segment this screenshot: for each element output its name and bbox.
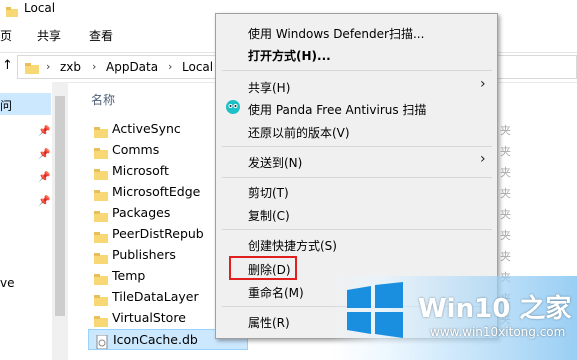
tab-view[interactable]: 查看 (89, 27, 113, 44)
truncated-column-text: 夹 (500, 124, 511, 137)
nav-item-label: ve (0, 276, 15, 290)
chevron-right-icon[interactable]: › (168, 60, 172, 73)
file-name: PeerDistRepub (112, 226, 204, 241)
menu-separator (222, 70, 492, 71)
tab-share[interactable]: 共享 (37, 27, 61, 44)
file-icon (95, 334, 109, 350)
folder-icon (94, 144, 108, 159)
menu-item-copy[interactable]: 复制(C) (248, 207, 290, 224)
truncated-column-text: 夹 (500, 250, 511, 263)
menu-item-open-with[interactable]: 打开方式(H)... (248, 47, 331, 64)
breadcrumb-zxb[interactable]: zxb (60, 60, 81, 74)
column-header-name[interactable]: 名称 (91, 91, 115, 108)
file-name: MicrosoftEdge (112, 184, 201, 199)
file-name: Microsoft (112, 163, 169, 178)
chevron-right-icon: › (480, 76, 486, 92)
menu-separator (222, 229, 492, 230)
pin-icon[interactable]: 📌 (38, 172, 50, 183)
truncated-column-text: 夹 (500, 166, 511, 179)
pin-icon[interactable]: 📌 (38, 196, 50, 207)
folder-title-icon (6, 3, 18, 17)
menu-separator (222, 177, 492, 178)
panda-icon (224, 99, 242, 115)
chevron-right-icon[interactable]: › (46, 60, 50, 73)
watermark-url: www.win10xitong.com (430, 325, 566, 339)
menu-item-create-shortcut[interactable]: 创建快捷方式(S) (248, 237, 337, 254)
menu-item-restore-versions[interactable]: 还原以前的版本(V) (248, 124, 350, 141)
folder-address-icon (25, 60, 39, 74)
folder-icon (94, 165, 108, 180)
nav-item-label: 问 (0, 99, 13, 113)
file-name: ActiveSync (112, 121, 181, 136)
folder-icon (94, 207, 108, 222)
pin-icon[interactable]: 📌 (38, 126, 50, 137)
watermark-title: Win10 之家 (418, 294, 572, 324)
delete-highlight-box (229, 256, 297, 280)
file-name: TileDataLayer (112, 289, 199, 304)
folder-icon (94, 123, 108, 138)
folder-icon (94, 312, 108, 327)
window-title: Local (24, 1, 56, 15)
truncated-column-text: 夹 (500, 145, 511, 158)
menu-item-cut[interactable]: 剪切(T) (248, 184, 289, 201)
menu-item-defender-scan[interactable]: 使用 Windows Defender扫描... (248, 25, 424, 42)
file-name: Packages (112, 205, 171, 220)
chevron-right-icon[interactable]: › (92, 60, 96, 73)
pin-icon[interactable]: 📌 (38, 149, 50, 160)
truncated-column-text: 夹 (500, 187, 511, 200)
file-name: Publishers (112, 247, 176, 262)
menu-separator (222, 146, 492, 147)
tab-page[interactable]: 页 (0, 27, 12, 44)
file-name: Temp (112, 268, 146, 283)
menu-item-send-to[interactable]: 发送到(N) (248, 154, 302, 171)
windows-logo-icon (345, 282, 405, 338)
file-name: VirtualStore (112, 310, 186, 325)
menu-item-share[interactable]: 共享(H) (248, 79, 290, 96)
folder-icon (94, 270, 108, 285)
menu-item-rename[interactable]: 重命名(M) (248, 284, 304, 301)
file-name: IconCache.db (113, 332, 198, 347)
folder-icon (94, 186, 108, 201)
truncated-column-text: 夹 (500, 208, 511, 221)
menu-item-panda-scan[interactable]: 使用 Panda Free Antivirus 扫描 (248, 101, 426, 118)
file-name: Comms (112, 142, 160, 157)
folder-icon (94, 291, 108, 306)
breadcrumb-appdata[interactable]: AppData (106, 60, 158, 74)
up-arrow-icon[interactable]: ↑ (2, 58, 13, 73)
nav-scrollbar-thumb[interactable] (55, 96, 65, 316)
menu-item-properties[interactable]: 属性(R) (248, 314, 290, 331)
chevron-right-icon: › (480, 151, 486, 167)
folder-icon (94, 228, 108, 243)
folder-icon (94, 249, 108, 264)
breadcrumb-local[interactable]: Local (182, 60, 213, 74)
truncated-column-text: 夹 (500, 229, 511, 242)
